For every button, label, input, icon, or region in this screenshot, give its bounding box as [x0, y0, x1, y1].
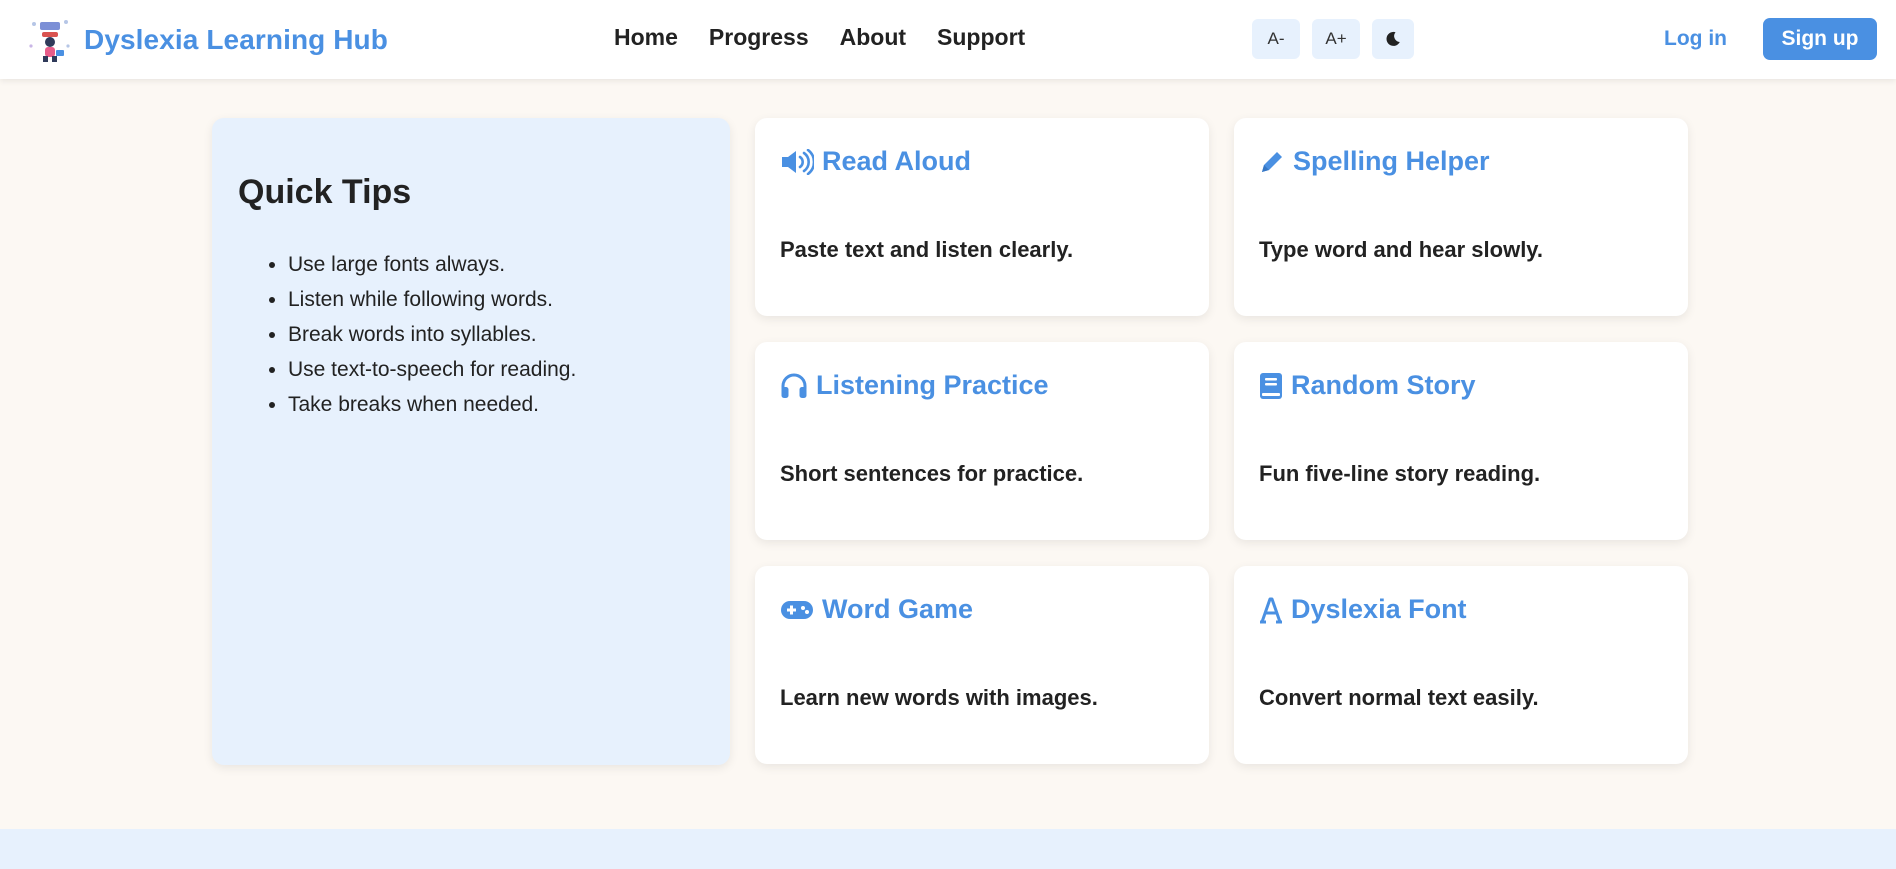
pencil-icon [1262, 151, 1282, 172]
card-header: Word Game [780, 594, 973, 625]
book-icon [1260, 372, 1282, 399]
tip-item: Use large fonts always. [288, 247, 704, 282]
quick-tips-panel: Quick Tips Use large fonts always. Liste… [212, 118, 730, 765]
brand[interactable]: Dyslexia Learning Hub [26, 16, 388, 64]
card-description: Convert normal text easily. [1259, 685, 1539, 710]
main-nav: Home Progress About Support [614, 24, 1025, 51]
nav-support[interactable]: Support [937, 24, 1025, 51]
brand-title: Dyslexia Learning Hub [84, 24, 388, 55]
login-link[interactable]: Log in [1664, 27, 1727, 51]
card-description: Short sentences for practice. [780, 461, 1084, 486]
tip-item: Use text-to-speech for reading. [288, 352, 704, 387]
font-increase-button[interactable]: A+ [1312, 19, 1360, 59]
card-description: Type word and hear slowly. [1259, 237, 1544, 262]
headphones-icon [781, 373, 807, 398]
card-description: Fun five-line story reading. [1259, 461, 1541, 486]
nav-progress[interactable]: Progress [709, 24, 809, 51]
listening-practice-card[interactable]: Listening Practice Short sentences for p… [755, 342, 1209, 540]
moon-icon [1386, 31, 1400, 46]
card-title: Read Aloud [822, 146, 972, 176]
dyslexia-font-card[interactable]: Dyslexia Font Convert normal text easily… [1234, 566, 1688, 764]
footer-band [0, 829, 1896, 869]
card-header: Listening Practice [780, 370, 1049, 401]
signup-button[interactable]: Sign up [1763, 18, 1877, 60]
card-header: Dyslexia Font [1259, 594, 1467, 625]
card-header: Read Aloud [780, 146, 971, 177]
card-description: Paste text and listen clearly. [780, 237, 1074, 262]
card-title: Listening Practice [816, 370, 1049, 400]
quick-tips-list: Use large fonts always. Listen while fol… [238, 247, 704, 422]
accessibility-tools: A- A+ [1252, 19, 1414, 59]
tip-item: Take breaks when needed. [288, 387, 704, 422]
card-title: Spelling Helper [1293, 146, 1490, 176]
gamepad-icon [781, 600, 813, 619]
card-description: Learn new words with images. [780, 685, 1098, 710]
card-header: Spelling Helper [1259, 146, 1490, 177]
card-title: Dyslexia Font [1291, 594, 1467, 624]
dark-mode-button[interactable] [1372, 19, 1414, 59]
spelling-helper-card[interactable]: Spelling Helper Type word and hear slowl… [1234, 118, 1688, 316]
logo-illustration-icon [29, 20, 70, 62]
random-story-card[interactable]: Random Story Fun five-line story reading… [1234, 342, 1688, 540]
read-aloud-card[interactable]: Read Aloud Paste text and listen clearly… [755, 118, 1209, 316]
card-title: Random Story [1291, 370, 1476, 400]
font-icon [1260, 597, 1282, 623]
tip-item: Break words into syllables. [288, 317, 704, 352]
word-game-card[interactable]: Word Game Learn new words with images. [755, 566, 1209, 764]
quick-tips-title: Quick Tips [238, 173, 412, 211]
font-decrease-button[interactable]: A- [1252, 19, 1300, 59]
card-header: Random Story [1259, 370, 1476, 401]
nav-about[interactable]: About [840, 24, 906, 51]
site-header: Dyslexia Learning Hub Home Progress Abou… [0, 0, 1896, 79]
speaker-icon [782, 148, 814, 175]
tip-item: Listen while following words. [288, 282, 704, 317]
nav-home[interactable]: Home [614, 24, 678, 51]
card-title: Word Game [822, 594, 974, 624]
